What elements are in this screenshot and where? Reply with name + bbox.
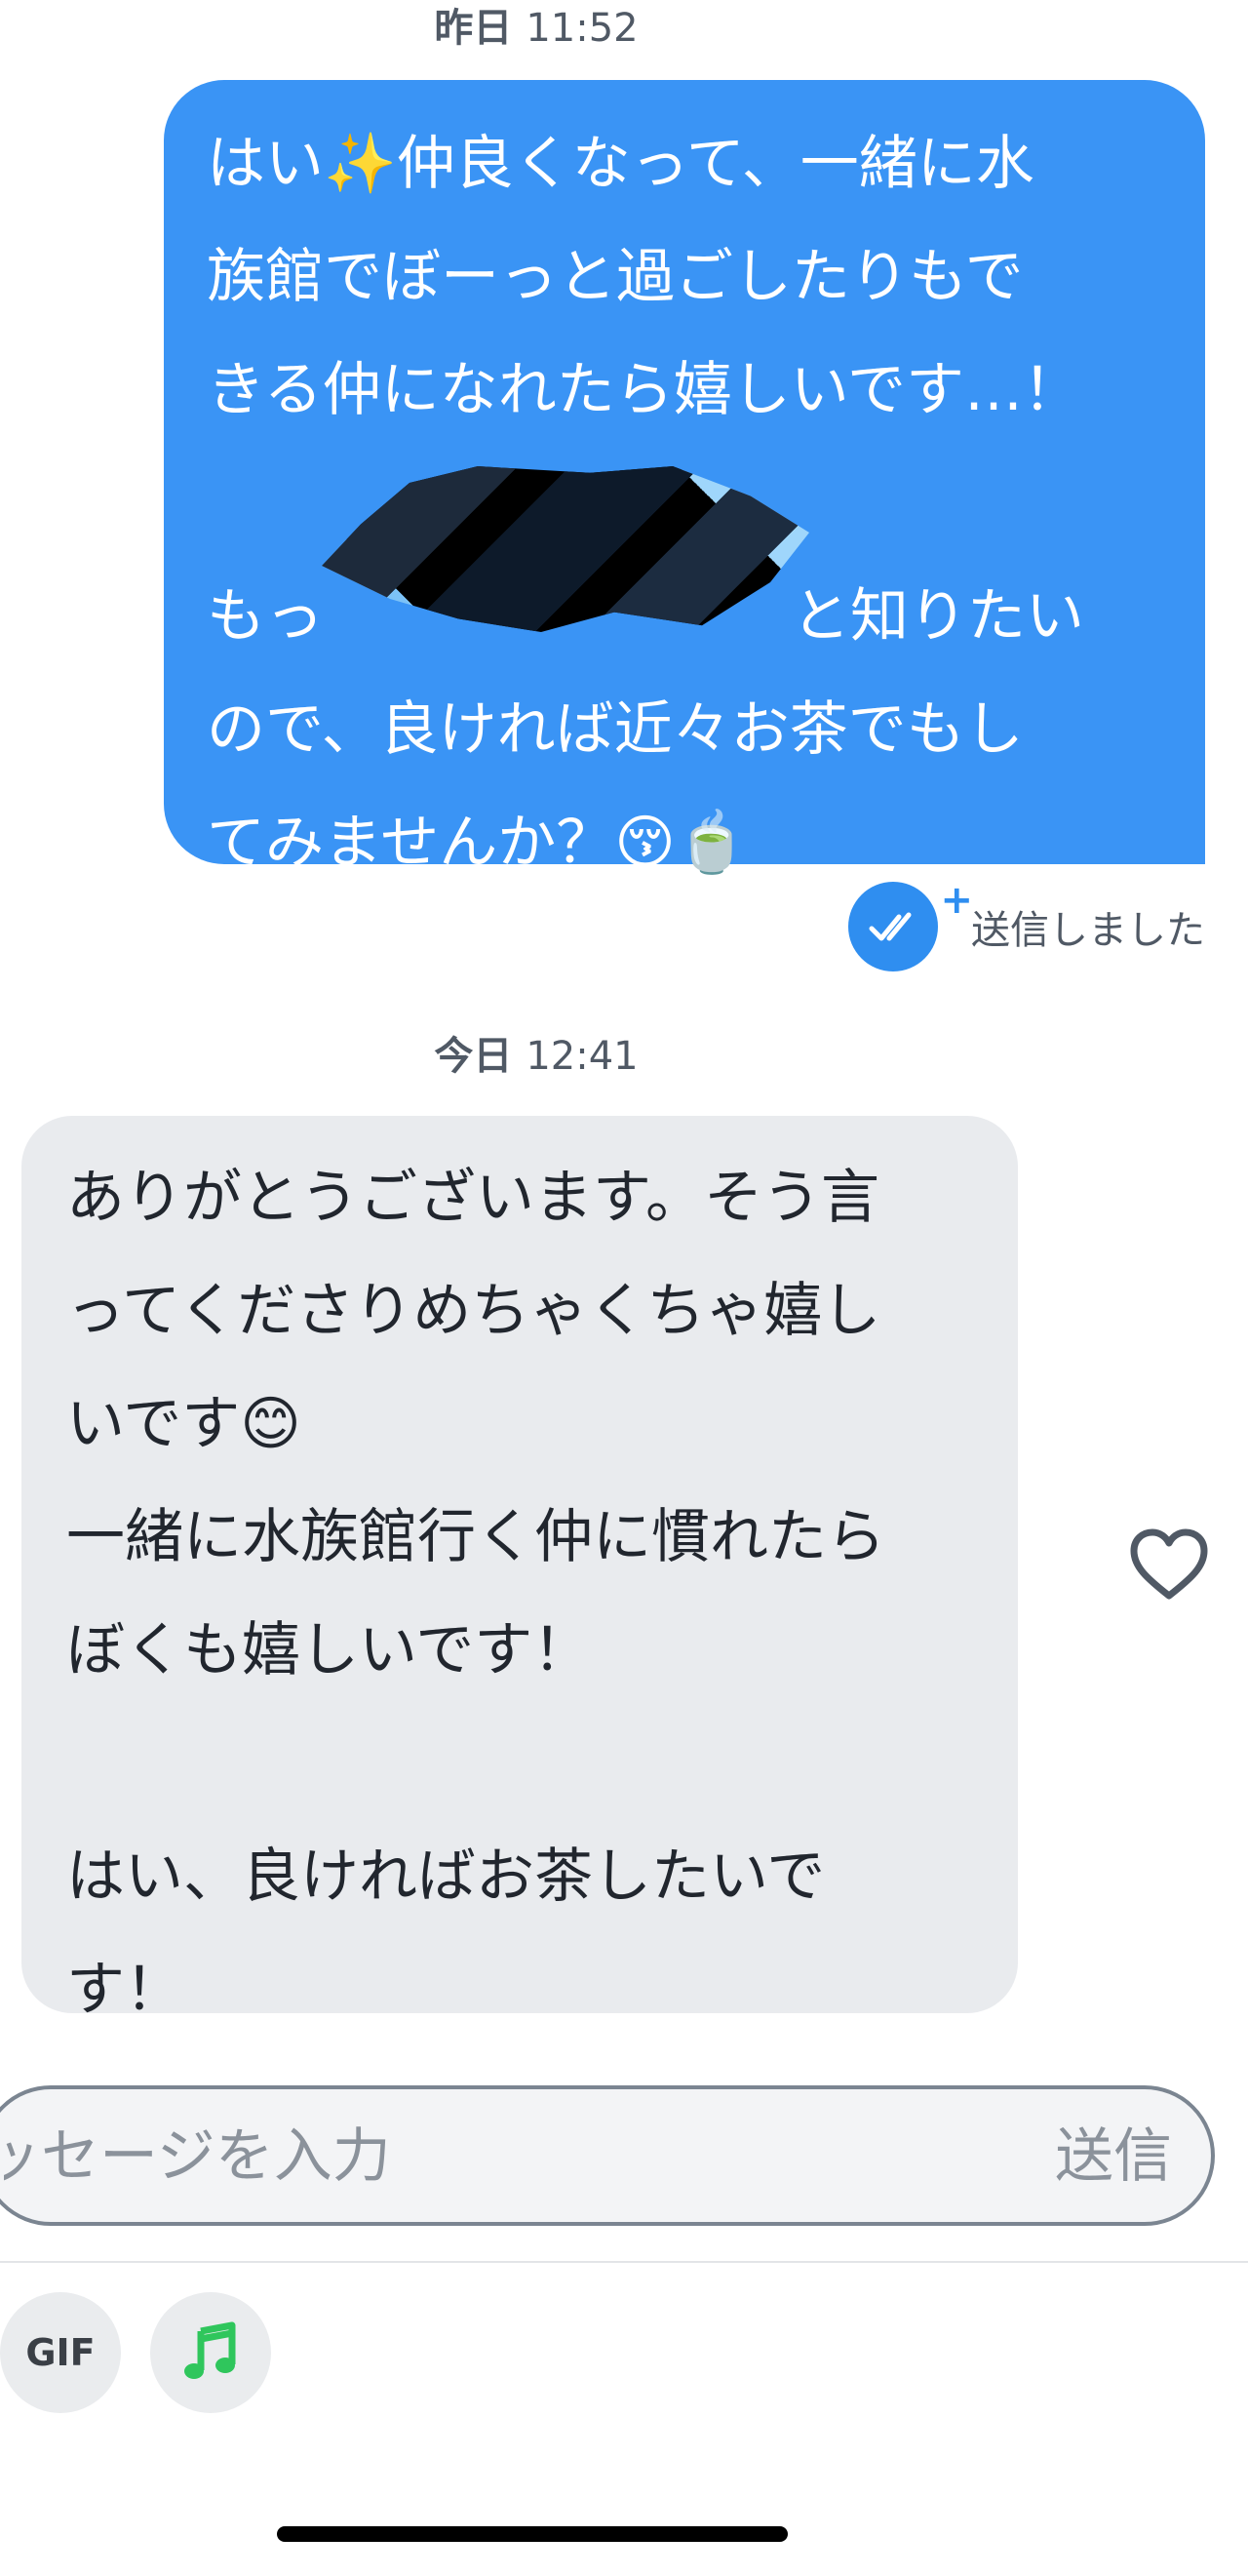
heart-outline-icon[interactable] (1129, 1527, 1209, 1602)
gif-button[interactable]: GIF (0, 2292, 121, 2413)
home-indicator (277, 2526, 788, 2542)
message-status: + 送信しました (848, 878, 1205, 975)
timestamp-day: 昨日 (434, 6, 513, 51)
message-input[interactable] (0, 2089, 981, 2224)
plus-icon: + (940, 878, 973, 923)
read-receipt-icon: + (848, 878, 973, 971)
music-button[interactable] (150, 2292, 271, 2413)
double-check-icon (869, 912, 912, 941)
timestamp-time: 11:52 (526, 6, 639, 51)
timestamp-day: 今日 (434, 1034, 513, 1079)
received-message-bubble[interactable]: ありがとうございます。そう言 ってくださりめちゃくちゃ嬉し いです😊 一緒に水族… (21, 1116, 1018, 2024)
send-button[interactable]: 送信 (1049, 2089, 1178, 2222)
timestamp-yesterday: 昨日 11:52 (0, 0, 1072, 53)
status-text: 送信しました (971, 908, 1205, 953)
message-composer: 送信 (0, 2085, 1215, 2226)
timestamp-time: 12:41 (526, 1034, 639, 1079)
timestamp-today: 今日 12:41 (0, 1024, 1072, 1081)
music-note-icon (184, 2321, 236, 2379)
toolbar-divider (0, 2261, 1248, 2263)
